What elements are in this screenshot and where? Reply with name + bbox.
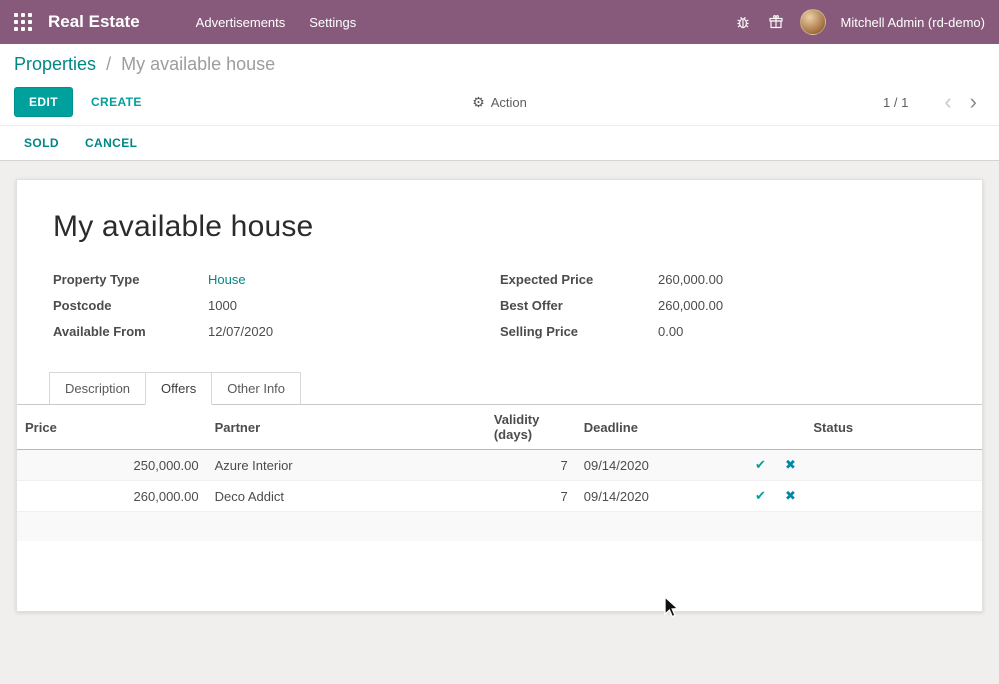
offer-partner: Deco Addict — [207, 481, 486, 512]
app-name[interactable]: Real Estate — [48, 12, 140, 32]
offer-partner: Azure Interior — [207, 450, 486, 481]
apps-menu-icon[interactable] — [14, 13, 32, 31]
column-header-partner[interactable]: Partner — [207, 405, 486, 450]
tab-offers[interactable]: Offers — [145, 372, 212, 405]
menu-advertisements[interactable]: Advertisements — [184, 2, 298, 43]
breadcrumb: Properties / My available house — [14, 54, 985, 75]
column-header-deadline[interactable]: Deadline — [576, 405, 746, 450]
notebook-tabs: Description Offers Other Info — [17, 372, 982, 405]
pager-counter: 1 / 1 — [883, 95, 908, 110]
field-value-selling-price: 0.00 — [658, 324, 683, 339]
cancel-button[interactable]: CANCEL — [85, 136, 137, 150]
field-label-available-from: Available From — [53, 324, 208, 339]
column-header-status[interactable]: Status — [805, 405, 982, 450]
column-header-validity[interactable]: Validity (days) — [486, 405, 576, 450]
sold-button[interactable]: SOLD — [24, 136, 59, 150]
main-menu: Advertisements Settings — [184, 2, 369, 43]
user-menu[interactable]: Mitchell Admin (rd-demo) — [841, 15, 986, 30]
field-label-selling-price: Selling Price — [500, 324, 658, 339]
gear-icon: ⚙ — [472, 95, 485, 109]
record-title: My available house — [53, 210, 946, 244]
action-menu-label: Action — [491, 95, 527, 110]
field-value-best-offer: 260,000.00 — [658, 298, 723, 313]
column-header-price[interactable]: Price — [17, 405, 207, 450]
refuse-offer-icon[interactable]: ✖ — [775, 481, 805, 512]
offer-price: 260,000.00 — [17, 481, 207, 512]
field-label-expected-price: Expected Price — [500, 272, 658, 287]
field-label-property-type: Property Type — [53, 272, 208, 287]
field-label-postcode: Postcode — [53, 298, 208, 313]
field-label-best-offer: Best Offer — [500, 298, 658, 313]
offer-validity: 7 — [486, 450, 576, 481]
edit-button[interactable]: EDIT — [14, 87, 73, 117]
accept-offer-icon[interactable]: ✔ — [745, 481, 775, 512]
app-window: Real Estate Advertisements Settings — [0, 0, 999, 684]
create-button[interactable]: CREATE — [91, 95, 142, 109]
offer-status — [805, 450, 982, 481]
gift-icon[interactable] — [767, 13, 785, 31]
offers-table: Price Partner Validity (days) Deadline S… — [17, 405, 982, 541]
field-value-expected-price: 260,000.00 — [658, 272, 723, 287]
offer-row[interactable]: 260,000.00 Deco Addict 7 09/14/2020 ✔ ✖ — [17, 481, 982, 512]
offer-status — [805, 481, 982, 512]
navbar-right: Mitchell Admin (rd-demo) — [734, 9, 986, 35]
offer-validity: 7 — [486, 481, 576, 512]
form-statusbar: SOLD CANCEL — [0, 125, 999, 161]
refuse-offer-icon[interactable]: ✖ — [775, 450, 805, 481]
empty-row — [17, 512, 982, 541]
bug-icon[interactable] — [734, 13, 752, 31]
user-avatar[interactable] — [800, 9, 826, 35]
breadcrumb-current: My available house — [121, 54, 275, 74]
tab-description[interactable]: Description — [49, 372, 146, 404]
breadcrumb-separator: / — [106, 54, 111, 74]
offers-table-header: Price Partner Validity (days) Deadline S… — [17, 405, 982, 450]
offer-price: 250,000.00 — [17, 450, 207, 481]
action-menu-button[interactable]: ⚙ Action — [334, 95, 664, 110]
control-panel: Properties / My available house EDIT CRE… — [0, 44, 999, 125]
form-view: My available house Property Type House P… — [0, 161, 999, 612]
control-panel-buttons: EDIT CREATE ⚙ Action 1 / 1 ‹ › — [14, 87, 985, 117]
tab-other-info[interactable]: Other Info — [211, 372, 301, 404]
accept-offer-icon[interactable]: ✔ — [745, 450, 775, 481]
pager-next-icon[interactable]: › — [962, 91, 985, 113]
field-value-postcode: 1000 — [208, 298, 237, 313]
field-value-available-from: 12/07/2020 — [208, 324, 273, 339]
offer-deadline: 09/14/2020 — [576, 450, 746, 481]
menu-settings[interactable]: Settings — [297, 2, 368, 43]
top-navbar: Real Estate Advertisements Settings — [0, 0, 999, 44]
breadcrumb-properties[interactable]: Properties — [14, 54, 96, 74]
column-header-accept — [745, 405, 775, 450]
form-sheet: My available house Property Type House P… — [16, 179, 983, 612]
column-header-refuse — [775, 405, 805, 450]
offer-deadline: 09/14/2020 — [576, 481, 746, 512]
pager-previous-icon[interactable]: ‹ — [934, 91, 961, 113]
field-groups: Property Type House Postcode 1000 Availa… — [53, 272, 946, 350]
field-value-property-type[interactable]: House — [208, 272, 246, 287]
offer-row[interactable]: 250,000.00 Azure Interior 7 09/14/2020 ✔… — [17, 450, 982, 481]
